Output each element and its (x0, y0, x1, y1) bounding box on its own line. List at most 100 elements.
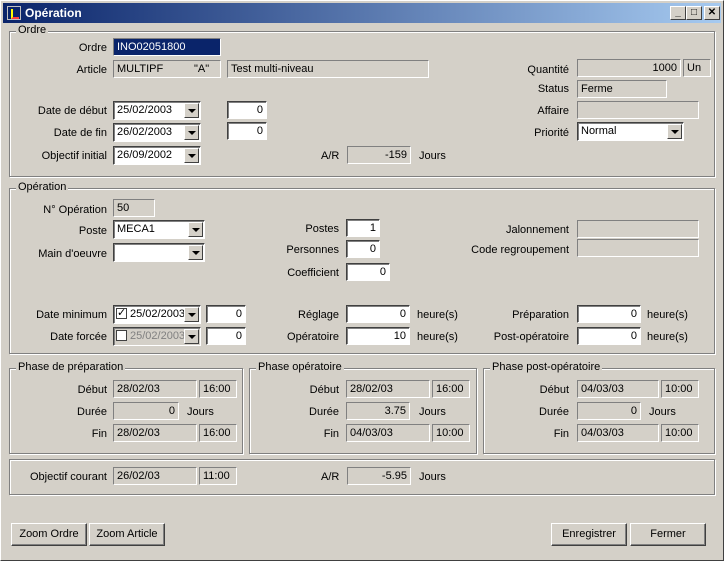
quantite-unit-field: Un (683, 59, 711, 77)
operation-window: Opération _ □ ✕ Ordre Ordre INO02051800 … (0, 0, 724, 561)
date-forcee-num-field[interactable]: 0 (206, 327, 246, 345)
date-debut-label: Date de début (37, 105, 107, 117)
date-minimum-checkbox[interactable] (116, 306, 127, 319)
minimize-button[interactable]: _ (670, 6, 686, 20)
priorite-label: Priorité (534, 127, 569, 139)
ordre-label: Ordre (78, 42, 107, 54)
ordre-field[interactable]: INO02051800 (113, 38, 221, 56)
title-bar[interactable]: Opération _ □ ✕ (3, 3, 721, 23)
chevron-down-icon[interactable] (184, 307, 199, 322)
phase-preparation-legend: Phase de préparation (16, 361, 126, 373)
preparation-field[interactable]: 0 (577, 305, 641, 323)
chevron-down-icon[interactable] (188, 245, 203, 260)
prep-duree-field: 0 (113, 402, 179, 420)
oper-duree-unit: Jours (419, 406, 446, 418)
status-label: Status (537, 83, 569, 95)
chevron-down-icon[interactable] (188, 222, 203, 237)
chevron-down-icon[interactable] (667, 124, 682, 139)
personnes-field[interactable]: 0 (346, 240, 380, 258)
jalonnement-field (577, 220, 699, 238)
close-button[interactable]: ✕ (704, 6, 720, 20)
operatoire-field[interactable]: 10 (346, 327, 410, 345)
prep-duree-label: Durée (77, 406, 107, 418)
post-debut-heure-field: 10:00 (661, 380, 699, 398)
article-label: Article (76, 64, 107, 76)
zoom-ordre-button[interactable]: Zoom Ordre (11, 523, 87, 546)
date-fin-label: Date de fin (53, 127, 107, 139)
ar-field: -159 (347, 146, 411, 164)
jalonnement-label: Jalonnement (506, 224, 569, 236)
chevron-down-icon[interactable] (184, 125, 199, 140)
post-operatoire-field[interactable]: 0 (577, 327, 641, 345)
prep-debut-heure-field: 16:00 (199, 380, 237, 398)
objectif-courant-ar-label: A/R (321, 471, 340, 483)
article-desc-field: Test multi-niveau (227, 60, 429, 78)
date-fin-select[interactable]: 26/02/2003 (113, 123, 201, 142)
coefficient-label: Coefficient (287, 267, 339, 279)
date-debut-num-field[interactable]: 0 (227, 101, 267, 119)
affaire-label: Affaire (537, 105, 569, 117)
date-debut-select[interactable]: 25/02/2003 (113, 101, 201, 120)
reglage-label: Réglage (298, 309, 339, 321)
zoom-article-button[interactable]: Zoom Article (89, 523, 165, 546)
date-minimum-select[interactable]: 25/02/2003 (113, 305, 201, 324)
prep-fin-heure-field: 16:00 (199, 424, 237, 442)
prep-fin-field: 28/02/03 (113, 424, 197, 442)
prep-debut-field: 28/02/03 (113, 380, 197, 398)
preparation-label: Préparation (512, 309, 569, 321)
no-operation-field: 50 (113, 199, 155, 217)
date-forcee-checkbox[interactable] (116, 330, 127, 341)
operatoire-label: Opératoire (287, 331, 339, 343)
post-operatoire-unit: heure(s) (647, 331, 688, 343)
objectif-initial-label: Objectif initial (41, 150, 107, 162)
date-forcee-label: Date forcée (50, 331, 107, 343)
objectif-courant-ar-field: -5.95 (347, 467, 411, 485)
personnes-label: Personnes (286, 244, 339, 256)
post-duree-field: 0 (577, 402, 641, 420)
oper-duree-label: Durée (309, 406, 339, 418)
phase-operatoire-legend: Phase opératoire (256, 361, 344, 373)
postes-field[interactable]: 1 (346, 219, 380, 237)
chevron-down-icon[interactable] (184, 148, 199, 163)
date-minimum-num-field[interactable]: 0 (206, 305, 246, 323)
coefficient-field[interactable]: 0 (346, 263, 390, 281)
prep-debut-label: Début (77, 384, 107, 396)
priorite-select[interactable]: Normal (577, 122, 684, 141)
oper-duree-field: 3.75 (346, 402, 410, 420)
code-regroupement-field (577, 239, 699, 257)
postes-label: Postes (305, 223, 339, 235)
preparation-unit: heure(s) (647, 309, 688, 321)
main-oeuvre-select[interactable] (113, 243, 205, 262)
operatoire-unit: heure(s) (417, 331, 458, 343)
code-regroupement-label: Code regroupement (471, 244, 569, 256)
objectif-initial-select[interactable]: 26/09/2002 (113, 146, 201, 165)
no-operation-label: N° Opération (43, 204, 107, 216)
post-fin-heure-field: 10:00 (661, 424, 699, 442)
ar-label: A/R (321, 150, 340, 162)
objectif-courant-date-field: 26/02/03 (113, 467, 197, 485)
oper-debut-label: Début (309, 384, 339, 396)
reglage-field[interactable]: 0 (346, 305, 410, 323)
prep-duree-unit: Jours (187, 406, 214, 418)
post-duree-label: Durée (539, 406, 569, 418)
chevron-down-icon[interactable] (184, 329, 199, 344)
maximize-button[interactable]: □ (686, 6, 702, 20)
poste-label: Poste (78, 225, 107, 237)
oper-fin-field: 04/03/03 (346, 424, 430, 442)
oper-debut-field: 28/02/03 (346, 380, 430, 398)
operation-legend: Opération (16, 181, 69, 193)
poste-select[interactable]: MECA1 (113, 220, 205, 239)
enregistrer-button[interactable]: Enregistrer (551, 523, 627, 546)
post-fin-field: 04/03/03 (577, 424, 659, 442)
post-duree-unit: Jours (649, 406, 676, 418)
window-title: Opération (25, 6, 82, 20)
objectif-courant-heure-field: 11:00 (199, 467, 237, 485)
post-operatoire-label: Post-opératoire (493, 331, 569, 343)
fermer-button[interactable]: Fermer (630, 523, 706, 546)
chevron-down-icon[interactable] (184, 103, 199, 118)
reglage-unit: heure(s) (417, 309, 458, 321)
date-fin-num-field[interactable]: 0 (227, 122, 267, 140)
phase-post-operatoire-legend: Phase post-opératoire (490, 361, 603, 373)
post-fin-label: Fin (553, 428, 569, 440)
date-forcee-select[interactable]: 25/02/2003 (113, 327, 201, 346)
